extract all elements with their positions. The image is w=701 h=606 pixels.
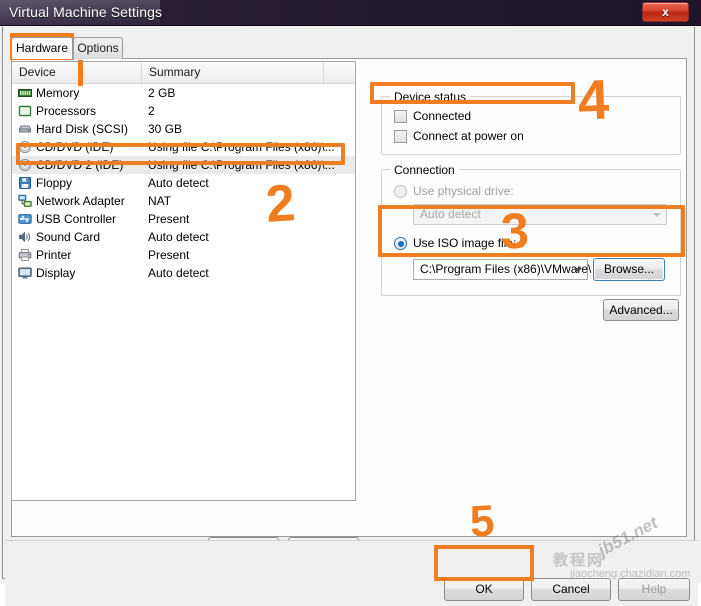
device-summary: Auto detect	[148, 230, 209, 244]
chevron-down-icon	[653, 213, 661, 217]
tab-options[interactable]: Options	[73, 37, 123, 59]
device-row[interactable]: CD/DVD 2 (IDE) Using file C:\Program File…	[12, 156, 355, 174]
dialog-client-area: Hardware Options Device Summary Memory 2 …	[2, 27, 698, 606]
printer-icon	[18, 248, 32, 262]
network-adapter-icon	[18, 194, 32, 208]
device-row[interactable]: Floppy Auto detect	[12, 174, 355, 192]
connect-at-power-on-label: Connect at power on	[413, 129, 524, 143]
connect-at-power-on-checkbox[interactable]	[394, 130, 407, 143]
device-name: CD/DVD 2 (IDE)	[36, 158, 124, 172]
floppy-icon	[18, 176, 32, 190]
device-summary: Present	[148, 212, 190, 226]
device-name: Memory	[36, 86, 80, 100]
column-header-device[interactable]: Device	[12, 62, 142, 83]
usb-icon	[18, 212, 32, 226]
device-name: USB Controller	[36, 212, 117, 226]
device-summary: Using file C:\Program Files (x86)\...	[148, 140, 335, 154]
chevron-down-icon	[574, 268, 582, 272]
device-status-group: Device status Connected Connect at power…	[381, 90, 681, 155]
sound-card-icon	[18, 230, 32, 244]
device-summary: 30 GB	[148, 122, 183, 136]
ok-button[interactable]: OK	[444, 578, 524, 601]
device-list-body: Memory 2 GB Processors 2 Hard Disk (SCSI) 30 …	[12, 84, 355, 282]
device-summary: 2 GB	[148, 86, 176, 100]
window-title: Virtual Machine Settings	[9, 4, 163, 20]
device-row[interactable]: Sound Card Auto detect	[12, 228, 355, 246]
device-summary: NAT	[148, 194, 172, 208]
device-name: Processors	[36, 104, 97, 118]
use-iso-image-radio[interactable]	[394, 237, 407, 250]
device-row[interactable]: Network Adapter NAT	[12, 192, 355, 210]
help-button[interactable]: Help	[618, 578, 690, 601]
device-row[interactable]: Printer Present	[12, 246, 355, 264]
column-header-extra[interactable]	[324, 62, 355, 83]
device-name: Display	[36, 266, 76, 280]
display-icon	[18, 266, 32, 280]
device-name: Hard Disk (SCSI)	[36, 122, 129, 136]
device-list-header: Device Summary	[12, 62, 355, 84]
device-name: Sound Card	[36, 230, 101, 244]
connected-checkbox[interactable]	[394, 110, 407, 123]
virtual-machine-settings-window: Virtual Machine Settings x Hardware Opti…	[0, 0, 701, 606]
column-header-summary[interactable]: Summary	[142, 62, 324, 83]
cancel-button[interactable]: Cancel	[531, 578, 611, 601]
tab-hardware[interactable]: Hardware	[11, 37, 73, 59]
use-physical-drive-radio[interactable]	[394, 185, 407, 198]
device-name: Floppy	[36, 176, 73, 190]
use-physical-drive-label: Use physical drive:	[413, 184, 514, 198]
device-row[interactable]: Memory 2 GB	[12, 84, 355, 102]
device-row[interactable]: Processors 2	[12, 102, 355, 120]
physical-drive-combo[interactable]: Auto detect	[413, 204, 667, 225]
device-summary: Present	[148, 248, 190, 262]
harddisk-icon	[18, 122, 32, 136]
cddvd-icon	[18, 140, 32, 154]
device-name: Printer	[36, 248, 72, 262]
memory-icon	[18, 86, 32, 100]
device-name: Network Adapter	[36, 194, 125, 208]
device-row[interactable]: USB Controller Present	[12, 210, 355, 228]
browse-button[interactable]: Browse...	[593, 258, 665, 281]
title-bar: Virtual Machine Settings x	[0, 0, 701, 26]
device-summary: Auto detect	[148, 176, 209, 190]
device-list[interactable]: Device Summary Memory 2 GB Processors 2 Hard…	[11, 61, 356, 501]
connected-label: Connected	[413, 109, 472, 123]
device-summary: Auto detect	[148, 266, 209, 280]
device-row[interactable]: CD/DVD (IDE) Using file C:\Program Files …	[12, 138, 355, 156]
connection-title: Connection	[390, 163, 459, 177]
tab-strip: Hardware Options	[11, 37, 687, 59]
advanced-button[interactable]: Advanced...	[603, 299, 679, 321]
device-row[interactable]: Hard Disk (SCSI) 30 GB	[12, 120, 355, 138]
device-name: CD/DVD (IDE)	[36, 140, 114, 154]
iso-path-combo[interactable]: C:\Program Files (x86)\VMware\	[413, 259, 592, 280]
use-iso-image-label: Use ISO image file:	[413, 236, 517, 250]
device-status-title: Device status	[390, 90, 471, 104]
device-summary: Using file C:\Program Files (x86)\...	[148, 158, 335, 172]
processor-icon	[18, 104, 32, 118]
device-row[interactable]: Display Auto detect	[12, 264, 355, 282]
close-icon[interactable]: x	[642, 2, 689, 22]
iso-path-value: C:\Program Files (x86)\VMware\	[420, 262, 592, 276]
cddvd-icon	[18, 158, 32, 172]
device-summary: 2	[148, 104, 155, 118]
physical-drive-value: Auto detect	[420, 207, 481, 221]
